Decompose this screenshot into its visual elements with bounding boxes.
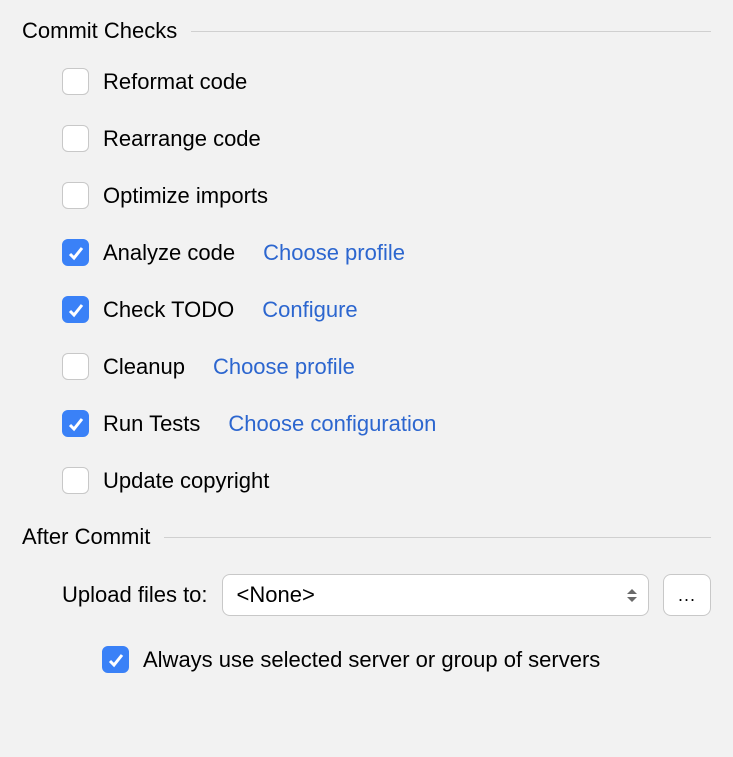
after-commit-title: After Commit: [22, 524, 150, 550]
upload-files-label: Upload files to:: [62, 582, 208, 608]
check-label: Rearrange code: [103, 126, 261, 152]
after-commit-section: After Commit Upload files to: <None> ...…: [22, 524, 711, 673]
check-label: Cleanup: [103, 354, 185, 380]
check-row: Cleanup Choose profile: [62, 353, 711, 380]
check-label: Update copyright: [103, 468, 269, 494]
browse-button-label: ...: [678, 585, 696, 606]
checkbox[interactable]: [62, 353, 89, 380]
check-row: Rearrange code: [62, 125, 711, 152]
check-row: Analyze code Choose profile: [62, 239, 711, 266]
checkbox[interactable]: [62, 182, 89, 209]
checkbox[interactable]: [62, 410, 89, 437]
upload-target-value: <None>: [237, 582, 315, 608]
always-use-checkbox[interactable]: [102, 646, 129, 673]
config-link[interactable]: Configure: [262, 297, 357, 323]
upload-row: Upload files to: <None> ...: [22, 574, 711, 616]
select-arrows-icon: [626, 588, 638, 603]
config-link[interactable]: Choose profile: [213, 354, 355, 380]
config-link[interactable]: Choose configuration: [228, 411, 436, 437]
check-label: Reformat code: [103, 69, 247, 95]
check-row: Run Tests Choose configuration: [62, 410, 711, 437]
check-row: Check TODO Configure: [62, 296, 711, 323]
always-use-row: Always use selected server or group of s…: [22, 646, 711, 673]
checkbox[interactable]: [62, 68, 89, 95]
check-row: Update copyright: [62, 467, 711, 494]
check-label: Optimize imports: [103, 183, 268, 209]
checkbox[interactable]: [62, 467, 89, 494]
check-label: Analyze code: [103, 240, 235, 266]
checkbox[interactable]: [62, 296, 89, 323]
config-link[interactable]: Choose profile: [263, 240, 405, 266]
upload-target-select[interactable]: <None>: [222, 574, 649, 616]
check-row: Optimize imports: [62, 182, 711, 209]
commit-checks-header: Commit Checks: [22, 18, 711, 44]
commit-checks-body: Reformat code Rearrange code Optimize impo…: [22, 68, 711, 494]
commit-checks-title: Commit Checks: [22, 18, 177, 44]
check-label: Check TODO: [103, 297, 234, 323]
divider: [164, 537, 711, 538]
check-label: Run Tests: [103, 411, 200, 437]
divider: [191, 31, 711, 32]
checkbox[interactable]: [62, 239, 89, 266]
after-commit-header: After Commit: [22, 524, 711, 550]
always-use-label: Always use selected server or group of s…: [143, 647, 600, 673]
check-row: Reformat code: [62, 68, 711, 95]
browse-button[interactable]: ...: [663, 574, 711, 616]
checkbox[interactable]: [62, 125, 89, 152]
